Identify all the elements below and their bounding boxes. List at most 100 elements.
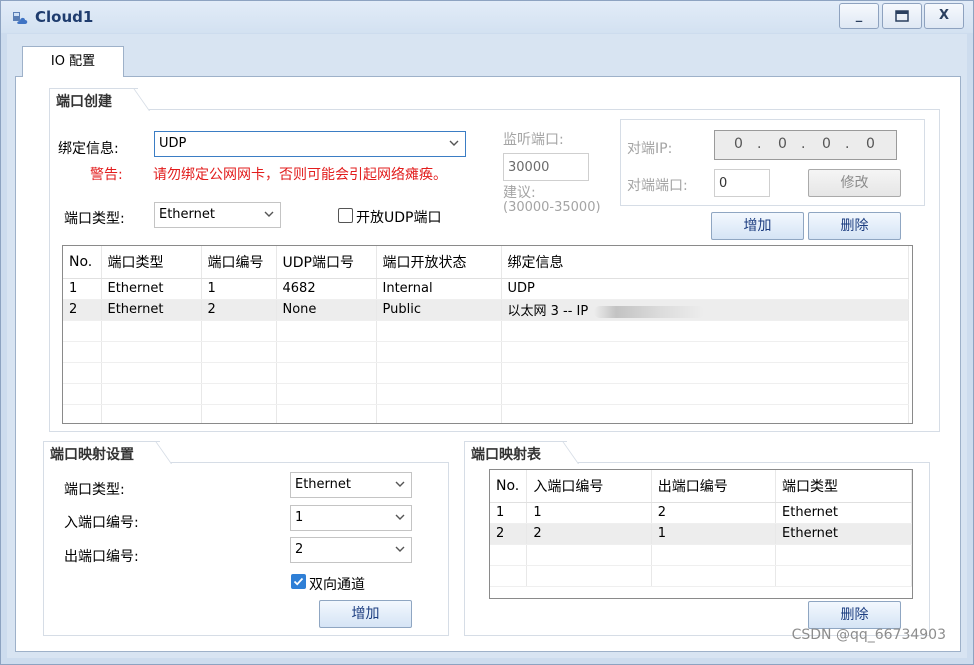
bidirectional-label: 双向通道 [309,577,365,593]
out-port-label: 出端口编号: [64,549,139,565]
binding-value: UDP [159,136,187,151]
in-port-select[interactable]: 1 [290,505,412,531]
title-bar[interactable]: Cloud1 _ X [1,1,973,33]
add-mapping-button[interactable]: 增加 [319,600,412,628]
minimize-icon: _ [855,8,863,23]
ip-dot-3: . [845,136,850,152]
cell-port-type: Ethernet [101,278,202,300]
table-row [63,341,909,363]
peer-ip-input[interactable]: 0 . 0 . 0 . 0 [714,130,897,160]
minimize-button[interactable]: _ [839,3,879,29]
port-type-select[interactable]: Ethernet [154,202,281,228]
col-open-status[interactable]: 端口开放状态 [376,246,502,279]
cell-open-status: Public [376,299,502,321]
col-udp-port[interactable]: UDP端口号 [276,246,377,279]
tab-io-config[interactable]: IO 配置 [22,46,124,77]
col-port-type[interactable]: 端口类型 [101,246,202,279]
add-port-button[interactable]: 增加 [711,212,804,240]
map-port-type-value: Ethernet [295,477,351,492]
col-binding[interactable]: 绑定信息 [501,246,909,279]
chevron-down-icon [395,481,405,487]
port-create-legend: 端口创建 [49,88,138,110]
cell-udp-port: None [276,299,377,321]
binding-select[interactable]: UDP [154,131,466,157]
cell-port-type: Ethernet [775,523,912,545]
table-row [63,404,909,423]
chevron-down-icon [395,546,405,552]
map-port-type-select[interactable]: Ethernet [290,472,412,498]
col-out-port[interactable]: 出端口编号 [651,470,777,503]
cell-in-port: 1 [526,502,652,524]
mapping-table[interactable]: No. 入端口编号 出端口编号 端口类型 1 1 2 Ethernet 2 2 … [489,469,913,599]
cloud1-window: Cloud1 _ X IO 配置 端口创建 绑定信息: UDP 警告: 请勿绑定… [0,0,974,665]
col-in-port[interactable]: 入端口编号 [526,470,652,503]
chevron-down-icon [449,140,459,146]
table-row[interactable]: 1 1 2 Ethernet [490,502,912,524]
cell-binding-cell: 以太网 3 -- IP [501,299,909,321]
cloud-device-icon [13,12,28,24]
warning-text: 请勿绑定公网网卡，否则可能会引起网络瘫痪。 [153,167,447,183]
chevron-down-icon [264,211,274,217]
maximize-icon [895,10,909,22]
cell-udp-port: 4682 [276,278,377,300]
col-no[interactable]: No. [63,246,102,279]
delete-port-button[interactable]: 删除 [808,212,901,240]
peer-port-label: 对端端口: [627,178,688,194]
out-port-select[interactable]: 2 [290,537,412,563]
cell-binding: 以太网 3 -- IP [507,304,589,319]
cell-no: 1 [63,278,102,300]
cell-out-port: 1 [651,523,777,545]
maximize-button[interactable] [882,3,922,29]
col-port-type[interactable]: 端口类型 [775,470,912,503]
port-type-value: Ethernet [159,207,215,222]
listen-port-label: 监听端口: [503,132,564,148]
cell-port-type: Ethernet [101,299,202,321]
client-area: IO 配置 端口创建 绑定信息: UDP 警告: 请勿绑定公网网卡，否则可能会引… [7,34,967,658]
cell-no: 1 [490,502,528,524]
table-row [63,383,909,405]
peer-port-input[interactable]: 0 [714,169,770,197]
mapping-table-header: No. 入端口编号 出端口编号 端口类型 [490,470,912,503]
cell-open-status: Internal [376,278,502,300]
cell-no: 2 [490,523,528,545]
modify-button[interactable]: 修改 [808,169,901,197]
window-title: Cloud1 [35,8,94,26]
cell-binding: UDP [501,278,909,300]
in-port-value: 1 [295,510,304,525]
cell-out-port: 2 [651,502,777,524]
peer-ip-label: 对端IP: [627,141,673,157]
mapping-table-legend: 端口映射表 [464,441,567,463]
table-row[interactable]: 1 Ethernet 1 4682 Internal UDP [63,278,909,300]
listen-port-input[interactable]: 30000 [503,153,589,181]
close-button[interactable]: X [924,3,964,29]
ip-dot-1: . [757,136,762,152]
open-udp-checkbox[interactable] [338,208,353,223]
cell-port-number: 2 [201,299,277,321]
warning-label: 警告: [90,167,123,183]
close-icon: X [938,8,950,23]
binding-label: 绑定信息: [58,141,119,157]
table-row [490,565,912,587]
col-port-number[interactable]: 端口编号 [201,246,277,279]
in-port-label: 入端口编号: [64,515,139,531]
cell-port-type: Ethernet [775,502,912,524]
delete-mapping-button[interactable]: 删除 [808,601,901,629]
table-row[interactable]: 2 2 1 Ethernet [490,523,912,545]
ip-octet-1: 0 [734,136,743,152]
table-row[interactable]: 2 Ethernet 2 None Public 以太网 3 -- IP [63,299,909,321]
suggest-range: (30000-35000) [503,200,601,215]
ip-octet-3: 0 [822,136,831,152]
open-udp-label: 开放UDP端口 [356,210,442,226]
bidirectional-checkbox[interactable] [291,574,306,589]
chevron-down-icon [395,514,405,520]
ip-octet-2: 0 [778,136,787,152]
port-type-label: 端口类型: [64,211,125,227]
col-no[interactable]: No. [490,470,528,503]
ip-octet-4: 0 [866,136,875,152]
port-table-header: No. 端口类型 端口编号 UDP端口号 端口开放状态 绑定信息 [63,246,909,279]
cell-port-number: 1 [201,278,277,300]
port-table[interactable]: No. 端口类型 端口编号 UDP端口号 端口开放状态 绑定信息 1 Ether… [62,245,913,424]
table-row [63,320,909,342]
ip-dot-2: . [801,136,806,152]
checkmark-icon [293,577,304,586]
